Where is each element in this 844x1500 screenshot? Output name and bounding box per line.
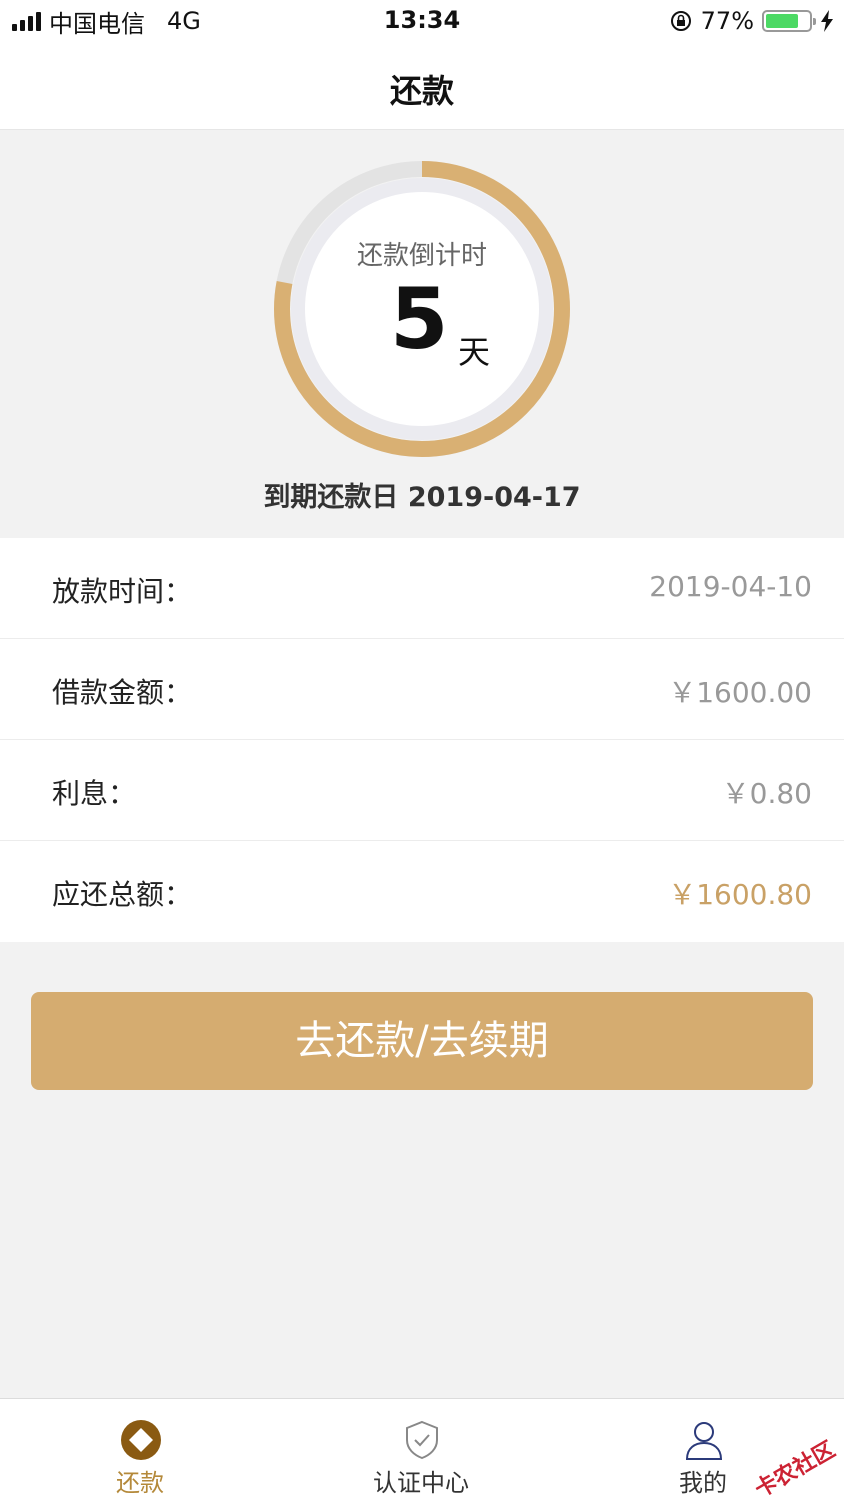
tab-label: 还款 (116, 1469, 164, 1497)
info-value-total: ￥1600.80 (668, 878, 812, 911)
nav-bar: 还款 (0, 44, 844, 130)
countdown-days: 5 (390, 270, 449, 368)
battery-percent: 77% (700, 7, 754, 35)
info-label: 借款金额： (52, 676, 193, 709)
charging-icon (821, 10, 833, 32)
battery-icon (762, 10, 816, 32)
user-icon (685, 1422, 723, 1460)
info-value: ￥0.80 (721, 777, 812, 810)
info-row-total-due: 应还总额： ￥1600.80 (0, 841, 844, 942)
info-value: 2019-04-10 (649, 570, 812, 603)
countdown-panel: 还款倒计时 5 天 到期还款日 2019-04-17 (0, 131, 844, 537)
status-right: 77% (669, 6, 834, 36)
info-label: 放款时间： (52, 575, 193, 608)
repay-icon (121, 1420, 161, 1460)
info-row-release-time: 放款时间： 2019-04-10 (0, 538, 844, 639)
status-bar: 中国电信 4G 13:34 77% (0, 0, 844, 44)
info-row-interest: 利息： ￥0.80 (0, 740, 844, 841)
info-label: 利息： (52, 777, 137, 810)
shield-check-icon (406, 1420, 438, 1460)
tab-bar: 还款 认证中心 我的 卡农社区 (0, 1398, 844, 1500)
tab-repay[interactable]: 还款 (40, 1399, 240, 1500)
due-date: 到期还款日 2019-04-17 (263, 482, 581, 513)
tab-label: 认证中心 (373, 1469, 469, 1497)
countdown-label: 还款倒计时 (356, 241, 487, 271)
loan-info-list: 放款时间： 2019-04-10 借款金额： ￥1600.00 利息： ￥0.8… (0, 538, 844, 942)
info-row-loan-amount: 借款金额： ￥1600.00 (0, 639, 844, 740)
repay-renew-button[interactable]: 去还款/去续期 (31, 992, 813, 1090)
tab-certification-center[interactable]: 认证中心 (321, 1399, 521, 1500)
page-title: 还款 (389, 72, 454, 110)
rotation-lock-icon (670, 11, 691, 31)
countdown-unit: 天 (458, 333, 491, 371)
battery-fill (766, 14, 799, 28)
info-label: 应还总额： (52, 878, 193, 911)
info-value: ￥1600.00 (668, 676, 812, 709)
